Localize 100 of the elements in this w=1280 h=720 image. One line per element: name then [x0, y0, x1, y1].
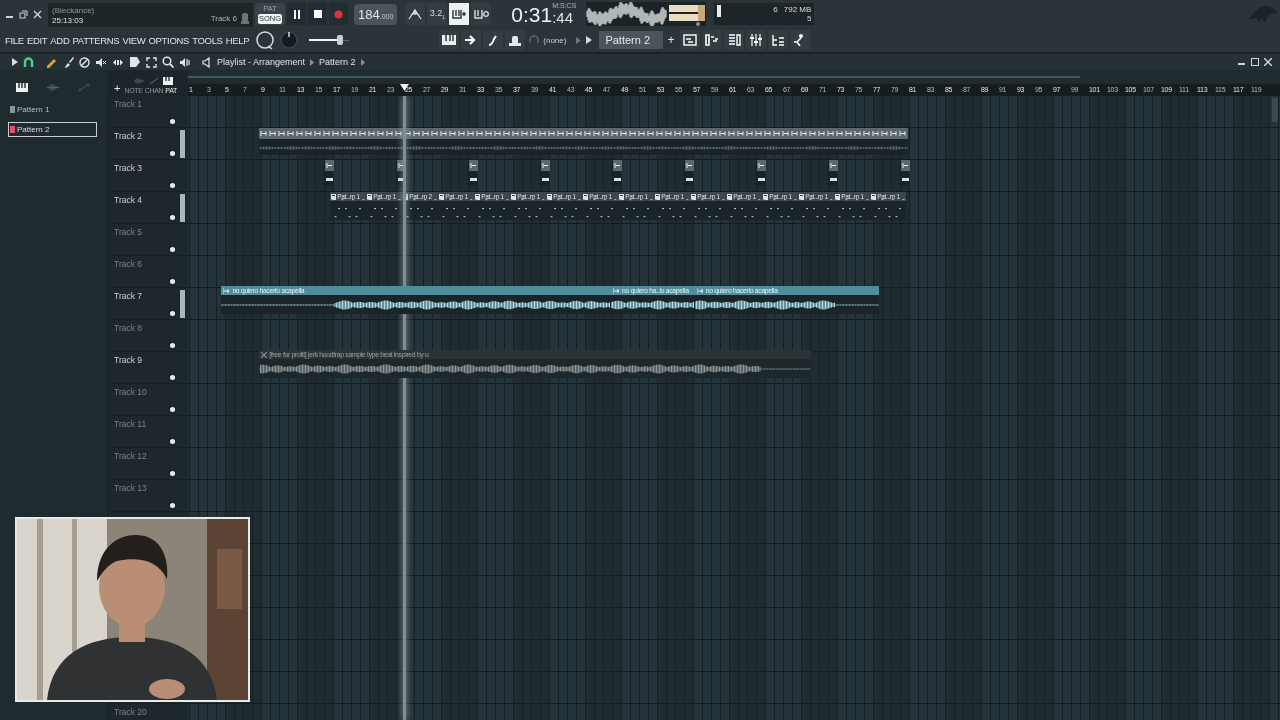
- marker-clip[interactable]: [756, 160, 766, 186]
- track-name[interactable]: Track 2: [114, 131, 143, 141]
- piano-keys-button[interactable]: [439, 30, 460, 50]
- marker-clip[interactable]: [540, 160, 550, 186]
- track-led[interactable]: [170, 279, 175, 284]
- marker-clip[interactable]: [828, 160, 838, 186]
- track-name[interactable]: Track 4: [114, 195, 143, 205]
- track-selector-strip[interactable]: [180, 290, 185, 318]
- playback-icon[interactable]: [179, 56, 191, 68]
- step-edit-button[interactable]: [449, 3, 470, 25]
- marker-clip[interactable]: [468, 160, 478, 186]
- breadcrumb-pattern[interactable]: Pattern 2: [319, 57, 356, 67]
- zoom-icon[interactable]: [162, 56, 174, 68]
- track-name[interactable]: Track 8: [114, 323, 143, 333]
- track-led[interactable]: [170, 151, 175, 156]
- track-selector-strip[interactable]: [180, 194, 185, 222]
- menu-item[interactable]: OPTIONS: [148, 34, 190, 46]
- close-icon[interactable]: [1264, 58, 1272, 66]
- keyboard-loop-icon: [473, 9, 489, 19]
- knob-icon[interactable]: [279, 30, 300, 50]
- blend-button[interactable]: [471, 3, 492, 25]
- track-led[interactable]: [170, 183, 175, 188]
- track-name[interactable]: Track 3: [114, 163, 143, 173]
- track-led[interactable]: [170, 247, 175, 252]
- plug-button[interactable]: [483, 30, 504, 50]
- track-name[interactable]: Track 9: [114, 355, 143, 365]
- channel-target[interactable]: (none): [543, 35, 567, 45]
- pause-button[interactable]: [287, 3, 306, 25]
- menu-item[interactable]: HELP: [225, 34, 250, 46]
- track-name[interactable]: Track 7: [114, 291, 143, 301]
- track-led[interactable]: [170, 439, 175, 444]
- track-name[interactable]: Track 1: [114, 99, 143, 109]
- pattern-icon: [10, 106, 15, 113]
- track-name[interactable]: Track 13: [114, 483, 147, 493]
- pattern-item[interactable]: Pattern 2: [8, 122, 97, 137]
- brush-icon[interactable]: [62, 56, 74, 68]
- browser-tree-button[interactable]: [768, 30, 789, 50]
- magnet-icon[interactable]: [23, 56, 34, 68]
- countdown-button[interactable]: 3.2$_{1}$: [427, 3, 448, 25]
- select-icon[interactable]: [146, 56, 157, 68]
- tin-button[interactable]: [505, 30, 526, 50]
- track-led[interactable]: [170, 407, 175, 412]
- pattern-icon: [835, 193, 841, 200]
- add-track-button[interactable]: +: [114, 83, 121, 95]
- track-led[interactable]: [170, 343, 175, 348]
- mute-circle-icon[interactable]: [79, 56, 90, 68]
- play-small-icon[interactable]: [585, 36, 594, 44]
- playlist-button[interactable]: [680, 30, 701, 50]
- vertical-scrollbar[interactable]: [1272, 98, 1278, 122]
- marker-clip[interactable]: [324, 160, 334, 186]
- note-clip-strip[interactable]: [259, 128, 909, 155]
- track-name[interactable]: Track 5: [114, 227, 143, 237]
- track-name[interactable]: Track 12: [114, 451, 147, 461]
- lamp-figure-button[interactable]: [790, 30, 811, 50]
- maximize-icon[interactable]: [1251, 58, 1259, 66]
- track-name[interactable]: Track 20: [114, 707, 147, 717]
- note-dots-drawing: [834, 196, 871, 220]
- piano-roll-button[interactable]: [702, 30, 723, 50]
- track-led[interactable]: [170, 503, 175, 508]
- add-pattern-button[interactable]: +: [667, 33, 675, 47]
- piano-keys-icon[interactable]: [163, 77, 173, 85]
- piano-keys-icon[interactable]: [16, 83, 28, 92]
- arrow-button[interactable]: [461, 30, 482, 50]
- track-led[interactable]: [170, 119, 175, 124]
- metronome-icon: [408, 8, 423, 20]
- restore-icon[interactable]: [19, 9, 28, 19]
- track-selector-strip[interactable]: [180, 130, 185, 158]
- speaker-icon[interactable]: [202, 56, 212, 68]
- marker-clip[interactable]: [900, 160, 910, 186]
- track-led[interactable]: [170, 215, 175, 220]
- caret-icon[interactable]: [576, 36, 582, 44]
- slider-thumb[interactable]: [337, 35, 344, 45]
- track-name[interactable]: Track 10: [114, 387, 147, 397]
- close-icon[interactable]: [33, 9, 42, 19]
- speaker-x-icon[interactable]: [95, 56, 107, 68]
- pencil-icon[interactable]: [45, 56, 57, 68]
- stop-button[interactable]: [308, 3, 327, 25]
- pattern-selector[interactable]: Pattern 2: [599, 31, 664, 49]
- track-led[interactable]: [170, 311, 175, 316]
- play-small-icon[interactable]: [12, 58, 18, 66]
- track-name[interactable]: Track 11: [114, 419, 147, 429]
- mixer-button[interactable]: [746, 30, 767, 50]
- marker-clip[interactable]: [612, 160, 622, 186]
- menu-item[interactable]: ADD: [50, 34, 70, 46]
- overview-scrollbar[interactable]: [188, 70, 1280, 84]
- pattern-item[interactable]: Pattern 1: [8, 102, 97, 117]
- metronome-button[interactable]: [405, 3, 426, 25]
- track-led[interactable]: [170, 375, 175, 380]
- note-dots-drawing: [474, 196, 511, 220]
- menu-item[interactable]: EDIT: [26, 34, 48, 46]
- audio-clip-icon: [223, 287, 231, 294]
- menu-item[interactable]: TOOLS: [192, 34, 223, 46]
- menu-item[interactable]: PATTERNS: [72, 34, 120, 46]
- menu-item[interactable]: FILE: [5, 34, 24, 46]
- track-led[interactable]: [170, 471, 175, 476]
- track-name[interactable]: Track 6: [114, 259, 143, 269]
- tin-icon: [508, 34, 523, 46]
- slice-icon[interactable]: [129, 56, 141, 68]
- marker-clip[interactable]: [684, 160, 694, 186]
- menu-item[interactable]: VIEW: [122, 34, 146, 46]
